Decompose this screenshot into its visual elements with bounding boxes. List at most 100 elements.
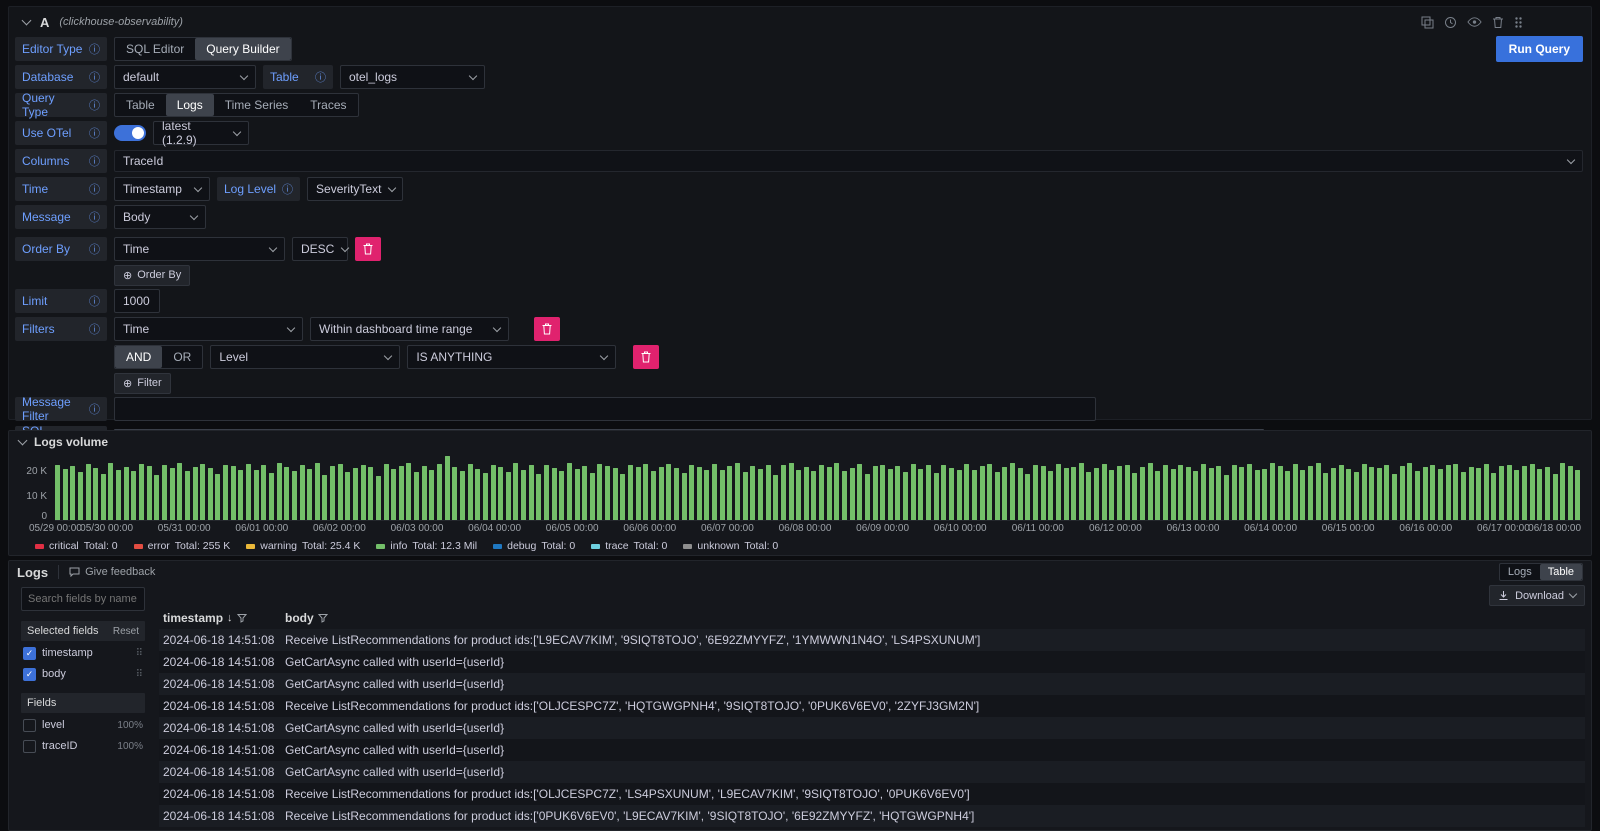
volume-bar[interactable] <box>613 468 618 520</box>
volume-bar[interactable] <box>55 465 60 520</box>
volume-bar[interactable] <box>1461 472 1466 521</box>
volume-bar[interactable] <box>277 463 282 520</box>
volume-bar[interactable] <box>789 463 794 520</box>
volume-bar[interactable] <box>345 472 350 521</box>
volume-bar[interactable] <box>697 467 702 520</box>
volume-bar[interactable] <box>483 473 488 520</box>
filter-bool-option-and[interactable]: AND <box>115 346 162 368</box>
volume-bar[interactable] <box>995 472 1000 520</box>
filter2-field-select[interactable]: Level <box>210 345 400 369</box>
volume-bar[interactable] <box>628 465 633 520</box>
volume-bar[interactable] <box>116 470 121 520</box>
volume-bar[interactable] <box>1491 473 1496 520</box>
volume-bar[interactable] <box>1369 467 1374 521</box>
legend-item-debug[interactable]: debugTotal: 0 <box>493 540 575 552</box>
column-header-timestamp[interactable]: timestamp ↓ <box>159 611 285 625</box>
log-table-row[interactable]: 2024-06-18 14:51:08GetCartAsync called w… <box>159 717 1585 739</box>
volume-bar[interactable] <box>712 464 717 520</box>
message-column-select[interactable]: Body <box>114 205 206 229</box>
volume-bar[interactable] <box>743 472 748 520</box>
volume-bar[interactable] <box>1224 475 1229 521</box>
volume-bar[interactable] <box>987 464 992 520</box>
volume-bar[interactable] <box>269 473 274 520</box>
checkbox-checked-icon[interactable]: ✓ <box>23 647 36 660</box>
volume-bar[interactable] <box>552 468 557 521</box>
info-icon[interactable]: ⓘ <box>89 69 100 85</box>
volume-bar[interactable] <box>1010 463 1015 520</box>
info-icon[interactable]: ⓘ <box>89 401 100 417</box>
volume-bar[interactable] <box>873 466 878 520</box>
volume-bar[interactable] <box>903 472 908 521</box>
volume-bar[interactable] <box>1171 469 1176 520</box>
volume-bar[interactable] <box>315 463 320 521</box>
volume-bar[interactable] <box>850 468 855 520</box>
volume-bar[interactable] <box>124 467 129 521</box>
log-table-row[interactable]: 2024-06-18 14:51:08Receive ListRecommend… <box>159 805 1585 827</box>
volume-bar[interactable] <box>1239 467 1244 520</box>
volume-bar[interactable] <box>758 469 763 520</box>
volume-bar[interactable] <box>238 470 243 520</box>
volume-bar[interactable] <box>750 466 755 520</box>
volume-bar[interactable] <box>521 470 526 520</box>
log-level-column-select[interactable]: SeverityText <box>307 177 403 201</box>
remove-order-by-button[interactable] <box>355 237 381 261</box>
info-icon[interactable]: ⓘ <box>315 69 326 85</box>
volume-bar[interactable] <box>1125 465 1130 520</box>
volume-bar[interactable] <box>1155 471 1160 520</box>
volume-bar[interactable] <box>1079 463 1084 520</box>
volume-bar[interactable] <box>819 465 824 520</box>
volume-bar[interactable] <box>1285 471 1290 520</box>
volume-bar[interactable] <box>972 470 977 520</box>
volume-bar[interactable] <box>1056 464 1061 520</box>
volume-bar[interactable] <box>1484 464 1489 520</box>
volume-bar[interactable] <box>147 466 152 520</box>
run-query-button[interactable]: Run Query <box>1496 36 1583 62</box>
volume-bar[interactable] <box>1476 468 1481 520</box>
add-order-by-button[interactable]: ⊕ Order By <box>114 265 190 286</box>
volume-bar[interactable] <box>200 464 205 521</box>
remove-filter-button[interactable] <box>534 317 560 341</box>
selected-field-row[interactable]: ✓body⠿ <box>21 665 145 683</box>
query-type-tab-table[interactable]: Table <box>115 94 166 116</box>
legend-item-info[interactable]: infoTotal: 12.3 Mil <box>376 540 477 552</box>
volume-bar[interactable] <box>720 470 725 521</box>
volume-bar[interactable] <box>804 467 809 521</box>
collapse-query-icon[interactable] <box>22 15 32 25</box>
volume-bar[interactable] <box>620 474 625 520</box>
volume-bar[interactable] <box>1048 471 1053 521</box>
info-icon[interactable]: ⓘ <box>89 153 100 169</box>
volume-bar[interactable] <box>674 468 679 520</box>
volume-bar[interactable] <box>70 466 75 521</box>
volume-bar[interactable] <box>704 470 709 520</box>
duplicate-query-button[interactable] <box>1421 16 1434 29</box>
volume-bar[interactable] <box>1354 472 1359 520</box>
volume-bar[interactable] <box>1278 466 1283 521</box>
volume-bar[interactable] <box>827 467 832 520</box>
info-icon[interactable]: ⓘ <box>89 125 100 141</box>
volume-bar[interactable] <box>1262 469 1267 521</box>
logs-view-option-table[interactable]: Table <box>1540 564 1582 580</box>
search-fields-input[interactable] <box>21 587 145 611</box>
volume-bar[interactable] <box>93 468 98 521</box>
volume-bar[interactable] <box>63 469 68 520</box>
field-row-traceID[interactable]: traceID100% <box>21 737 145 755</box>
volume-bar[interactable] <box>941 465 946 521</box>
volume-bar[interactable] <box>300 465 305 520</box>
filter-funnel-icon[interactable] <box>318 613 328 623</box>
volume-bar[interactable] <box>659 467 664 520</box>
volume-bar[interactable] <box>1446 465 1451 520</box>
volume-bar[interactable] <box>918 469 923 521</box>
volume-bar[interactable] <box>689 465 694 520</box>
volume-bar[interactable] <box>452 467 457 520</box>
legend-item-critical[interactable]: criticalTotal: 0 <box>35 540 118 552</box>
log-table-row[interactable]: 2024-06-18 14:51:08Receive ListRecommend… <box>159 783 1585 805</box>
volume-bar[interactable] <box>1186 467 1191 520</box>
reset-fields-button[interactable]: Reset <box>113 626 139 637</box>
volume-bar[interactable] <box>1560 463 1565 520</box>
checkbox-unchecked-icon[interactable] <box>23 719 36 732</box>
volume-bar[interactable] <box>1193 471 1198 520</box>
volume-bar[interactable] <box>597 464 602 520</box>
volume-bar[interactable] <box>1469 467 1474 520</box>
volume-bar[interactable] <box>1530 464 1535 520</box>
volume-bar[interactable] <box>139 464 144 520</box>
